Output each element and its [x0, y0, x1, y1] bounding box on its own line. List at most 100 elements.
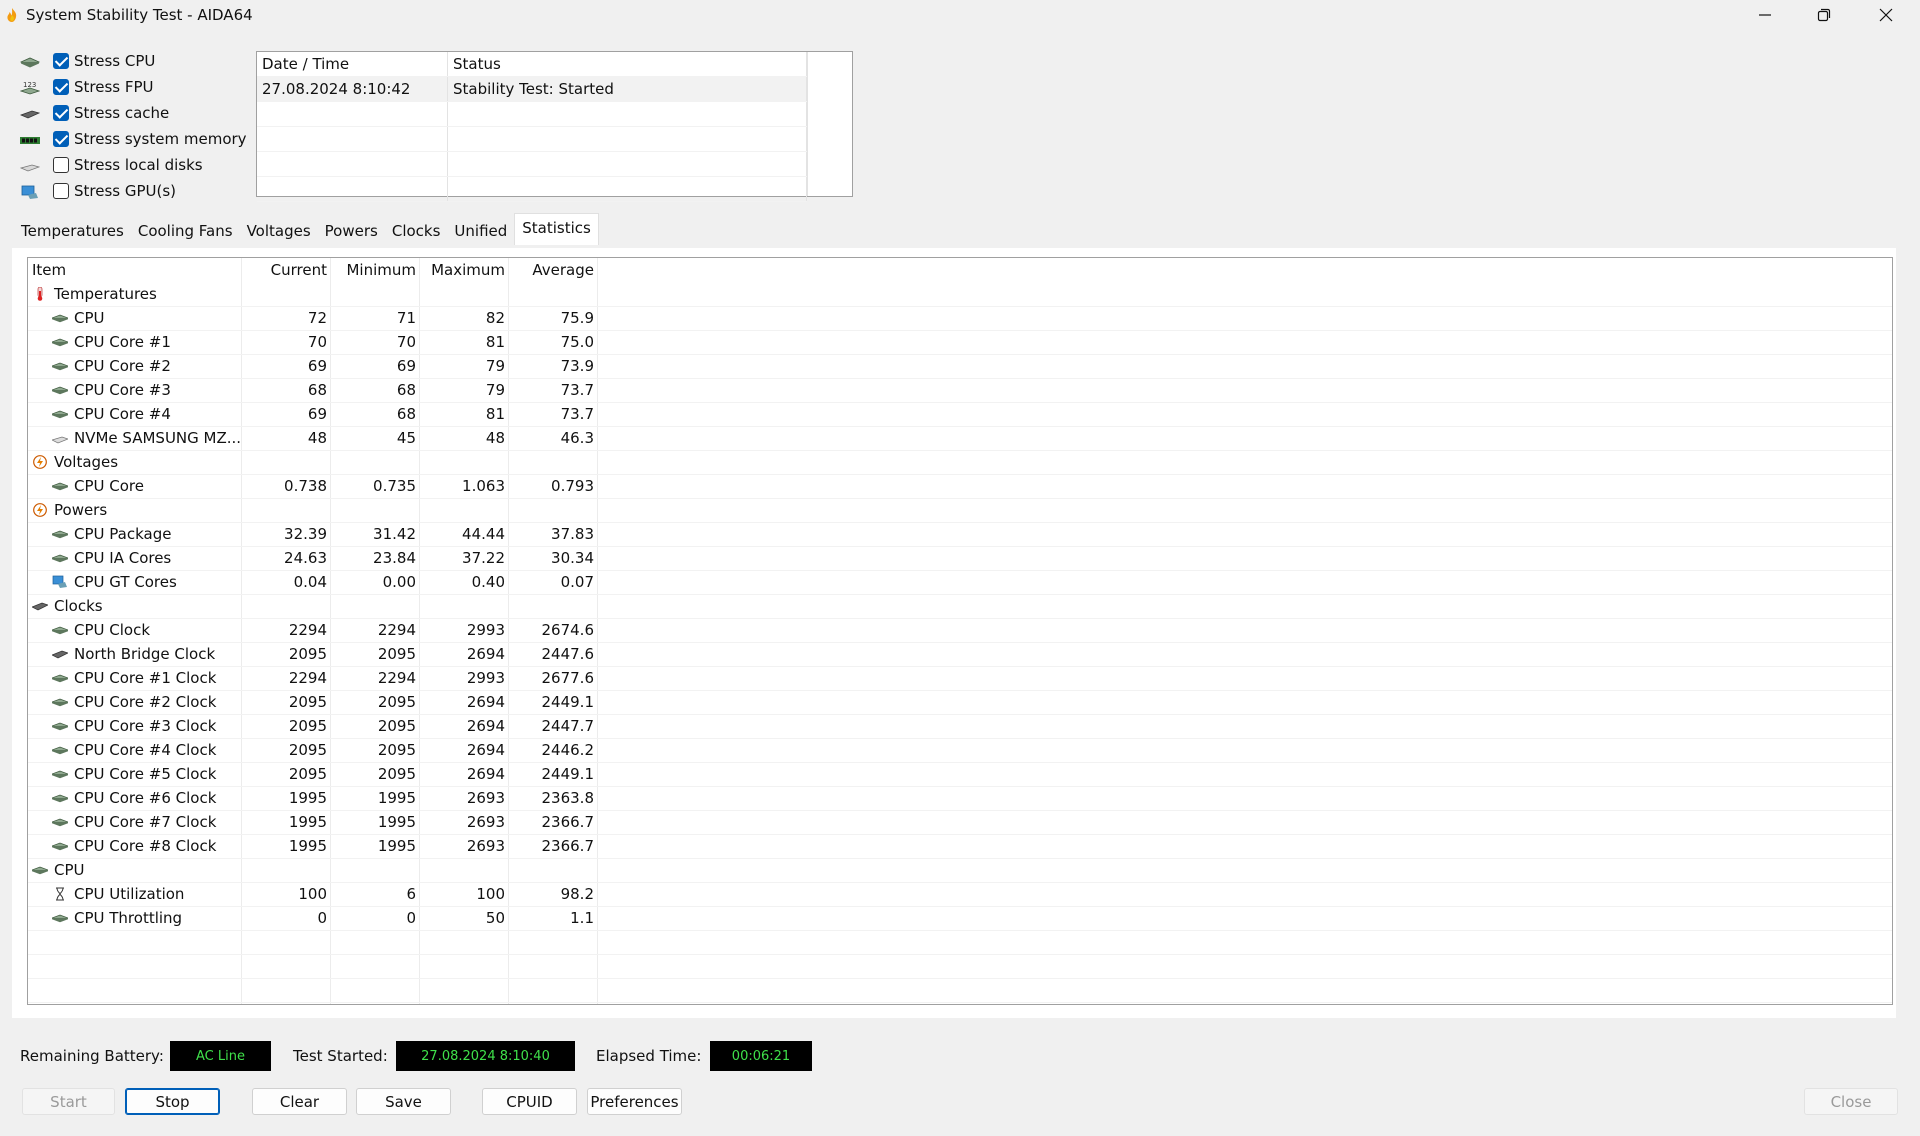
table-row[interactable]: CPU Core #4 69 68 81 73.7	[28, 402, 1892, 427]
category-row[interactable]: Clocks	[28, 594, 1892, 619]
table-row[interactable]: CPU Core #2 69 69 79 73.9	[28, 354, 1892, 379]
stress-option-cpu[interactable]: Stress CPU	[20, 50, 250, 76]
current-value: 70	[242, 330, 331, 355]
maximum-value: 2993	[420, 618, 509, 643]
close-button[interactable]: Close	[1804, 1088, 1898, 1115]
save-button[interactable]: Save	[356, 1088, 451, 1115]
cpu-chip-icon	[51, 791, 69, 805]
tab-cooling-fans[interactable]: Cooling Fans	[131, 216, 240, 248]
table-row[interactable]: CPU Core #7 Clock 1995 1995 2693 2366.7	[28, 810, 1892, 835]
table-row[interactable]: CPU Core #1 Clock 2294 2294 2993 2677.6	[28, 666, 1892, 691]
table-row[interactable]: North Bridge Clock 2095 2095 2694 2447.6	[28, 642, 1892, 667]
cpuid-button[interactable]: CPUID	[482, 1088, 577, 1115]
stress-option-disks[interactable]: Stress local disks	[20, 154, 250, 180]
tab-statistics[interactable]: Statistics	[514, 213, 599, 245]
table-row[interactable]: CPU Core #1 70 70 81 75.0	[28, 330, 1892, 355]
table-row[interactable]: CPU Core #6 Clock 1995 1995 2693 2363.8	[28, 786, 1892, 811]
average-value: 2449.1	[509, 762, 598, 787]
stress-gpu-checkbox[interactable]	[53, 183, 69, 199]
log-header-status[interactable]: Status	[447, 52, 807, 77]
minimum-value	[331, 858, 420, 883]
stress-option-fpu[interactable]: 123 Stress FPU	[20, 76, 250, 102]
cpu-chip-icon	[51, 695, 69, 709]
category-row[interactable]: Temperatures	[28, 282, 1892, 307]
maximum-value	[420, 450, 509, 475]
header-minimum[interactable]: Minimum	[331, 258, 420, 282]
item-label: CPU Core #5 Clock	[74, 765, 217, 783]
stress-option-cache[interactable]: Stress cache	[20, 102, 250, 128]
stress-fpu-checkbox[interactable]	[53, 79, 69, 95]
tab-unified[interactable]: Unified	[447, 216, 514, 248]
table-row[interactable]: CPU Core #5 Clock 2095 2095 2694 2449.1	[28, 762, 1892, 787]
row-filler	[598, 378, 1892, 403]
stress-disks-checkbox[interactable]	[53, 157, 69, 173]
item-label: Voltages	[54, 453, 119, 471]
minimum-value: 0.735	[331, 474, 420, 499]
stress-option-memory[interactable]: Stress system memory	[20, 128, 250, 154]
minimum-value: 2294	[331, 618, 420, 643]
table-row[interactable]: CPU Core #2 Clock 2095 2095 2694 2449.1	[28, 690, 1892, 715]
header-current[interactable]: Current	[242, 258, 331, 282]
cpu-chip-icon	[51, 839, 69, 853]
tab-clocks[interactable]: Clocks	[385, 216, 448, 248]
stress-memory-checkbox[interactable]	[53, 131, 69, 147]
stress-cpu-checkbox[interactable]	[53, 53, 69, 69]
category-row[interactable]: Voltages	[28, 450, 1892, 475]
row-filler	[598, 714, 1892, 739]
empty-cell	[331, 978, 420, 1003]
aida64-flame-icon	[7, 8, 17, 22]
minimum-value	[331, 282, 420, 307]
table-row[interactable]: CPU Package 32.39 31.42 44.44 37.83	[28, 522, 1892, 547]
average-value: 73.7	[509, 402, 598, 427]
current-value: 0	[242, 906, 331, 931]
item-name: North Bridge Clock	[28, 645, 242, 663]
item-label: NVMe SAMSUNG MZ...	[74, 429, 242, 447]
statistics-table[interactable]: Item Current Minimum Maximum Average Tem…	[27, 257, 1893, 1005]
start-button[interactable]: Start	[22, 1088, 115, 1115]
table-row[interactable]: CPU Throttling 0 0 50 1.1	[28, 906, 1892, 931]
row-filler	[598, 402, 1892, 427]
cpu-chip-icon	[31, 863, 49, 877]
header-item[interactable]: Item	[28, 258, 242, 282]
header-maximum[interactable]: Maximum	[420, 258, 509, 282]
table-row[interactable]: CPU Utilization 100 6 100 98.2	[28, 882, 1892, 907]
log-row[interactable]: 27.08.2024 8:10:42 Stability Test: Start…	[257, 76, 807, 102]
header-average[interactable]: Average	[509, 258, 598, 282]
log-row-empty	[257, 126, 807, 152]
item-name: CPU Core #1 Clock	[28, 669, 242, 687]
maximum-value: 0.40	[420, 570, 509, 595]
log-datetime: 27.08.2024 8:10:42	[257, 76, 448, 102]
table-row[interactable]: CPU GT Cores 0.04 0.00 0.40 0.07	[28, 570, 1892, 595]
table-row[interactable]: CPU IA Cores 24.63 23.84 37.22 30.34	[28, 546, 1892, 571]
tab-powers[interactable]: Powers	[318, 216, 385, 248]
table-row[interactable]: NVMe SAMSUNG MZ... 48 45 48 46.3	[28, 426, 1892, 451]
close-window-button[interactable]	[1856, 0, 1916, 30]
category-row[interactable]: CPU	[28, 858, 1892, 883]
item-label: CPU	[74, 309, 105, 327]
stress-option-gpu[interactable]: Stress GPU(s)	[20, 180, 250, 206]
clear-button[interactable]: Clear	[252, 1088, 347, 1115]
maximize-button[interactable]	[1794, 0, 1854, 30]
minimize-button[interactable]	[1735, 0, 1795, 30]
table-row[interactable]: CPU 72 71 82 75.9	[28, 306, 1892, 331]
stress-cache-checkbox[interactable]	[53, 105, 69, 121]
category-row[interactable]: Powers	[28, 498, 1892, 523]
table-row[interactable]: CPU Clock 2294 2294 2993 2674.6	[28, 618, 1892, 643]
table-row[interactable]: CPU Core #4 Clock 2095 2095 2694 2446.2	[28, 738, 1892, 763]
table-row[interactable]: CPU Core #8 Clock 1995 1995 2693 2366.7	[28, 834, 1892, 859]
average-value: 30.34	[509, 546, 598, 571]
test-started-label: Test Started:	[293, 1047, 388, 1065]
cpu-chip-icon	[51, 551, 69, 565]
log-header-datetime[interactable]: Date / Time	[257, 52, 448, 77]
table-row[interactable]: CPU Core 0.738 0.735 1.063 0.793	[28, 474, 1892, 499]
tab-voltages[interactable]: Voltages	[240, 216, 318, 248]
minimum-value: 68	[331, 378, 420, 403]
preferences-button[interactable]: Preferences	[587, 1088, 682, 1115]
table-row[interactable]: CPU Core #3 Clock 2095 2095 2694 2447.7	[28, 714, 1892, 739]
status-log[interactable]: Date / Time Status 27.08.2024 8:10:42 St…	[256, 51, 853, 202]
table-row[interactable]: CPU Core #3 68 68 79 73.7	[28, 378, 1892, 403]
tab-temperatures[interactable]: Temperatures	[14, 216, 131, 248]
item-cell: CPU Throttling	[28, 906, 242, 931]
item-name: NVMe SAMSUNG MZ...	[28, 429, 242, 447]
stop-button[interactable]: Stop	[125, 1088, 220, 1115]
